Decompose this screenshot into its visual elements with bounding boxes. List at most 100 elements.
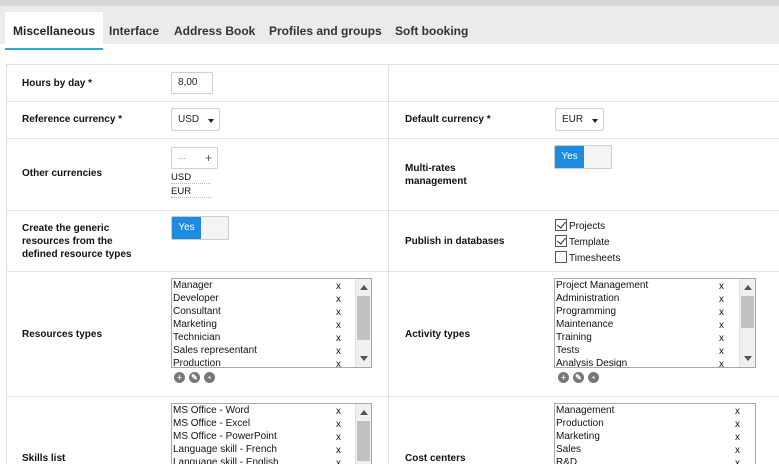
remove-icon[interactable]: x — [735, 431, 740, 444]
checkbox-unchecked[interactable] — [555, 251, 567, 263]
generic-resources-toggle[interactable]: Yes — [171, 216, 229, 240]
scroll-down-icon[interactable] — [744, 356, 752, 361]
list-item[interactable]: Production — [556, 417, 604, 430]
remove-icon[interactable]: x — [719, 306, 724, 319]
remove-icon[interactable]: x — [336, 431, 341, 444]
list-item[interactable]: Administration — [556, 292, 619, 305]
multi-rates-label-line1: Multi-rates — [405, 163, 456, 174]
scroll-up-icon[interactable] — [360, 285, 368, 290]
remove-icon[interactable]: x — [336, 293, 341, 306]
other-currencies-placeholder: ... — [178, 151, 186, 161]
list-item[interactable]: Language skill - French — [173, 443, 277, 456]
remove-icon[interactable]: x — [735, 418, 740, 431]
reference-currency-label: Reference currency * — [22, 114, 123, 125]
remove-icon[interactable]: x — [336, 319, 341, 332]
remove-icon[interactable]: x — [719, 319, 724, 332]
tab-interface[interactable]: Interface — [101, 12, 167, 50]
edit-icon[interactable]: ✎ — [573, 372, 584, 383]
list-item[interactable]: MS Office - PowerPoint — [173, 430, 277, 443]
publish-projects-checkbox[interactable]: Projects — [555, 219, 605, 233]
other-currencies-picker[interactable]: ... + — [171, 147, 218, 169]
tab-soft-booking[interactable]: Soft booking — [387, 12, 476, 50]
remove-icon[interactable]: x — [719, 293, 724, 306]
remove-icon[interactable]: x — [719, 280, 724, 293]
remove-icon[interactable]: x — [336, 345, 341, 358]
remove-icon[interactable]: x — [719, 332, 724, 345]
list-item[interactable]: Management — [556, 404, 614, 417]
remove-icon[interactable]: x — [719, 358, 724, 367]
remove-icon[interactable]: x — [336, 332, 341, 345]
publish-template-label: Template — [569, 237, 610, 248]
generic-resources-label-line1: Create the generic — [22, 223, 110, 234]
scrollbar[interactable] — [355, 279, 371, 367]
remove-icon[interactable]: x — [336, 444, 341, 457]
list-item[interactable]: R&D — [556, 456, 577, 464]
tab-profiles-and-groups[interactable]: Profiles and groups — [261, 12, 390, 50]
resources-types-list[interactable]: Manager Developer Consultant Marketing T… — [171, 278, 372, 368]
checkbox-checked[interactable] — [555, 235, 567, 247]
list-item[interactable]: Marketing — [173, 318, 217, 331]
scroll-thumb[interactable] — [357, 421, 370, 461]
scroll-up-icon[interactable] — [360, 410, 368, 415]
list-item[interactable]: Marketing — [556, 430, 600, 443]
generic-resources-label-line2: resources from the — [22, 236, 113, 247]
tab-miscellaneous[interactable]: Miscellaneous — [5, 12, 104, 50]
list-item[interactable]: Sales — [556, 443, 581, 456]
remove-icon[interactable]: x — [336, 280, 341, 293]
hours-by-day-input[interactable]: 8,00 — [171, 72, 213, 94]
remove-icon[interactable]: x — [719, 345, 724, 358]
scroll-thumb[interactable] — [741, 296, 754, 328]
chart-icon[interactable]: ▪ — [204, 372, 215, 383]
multi-rates-toggle[interactable]: Yes — [554, 145, 612, 169]
remove-icon[interactable]: x — [735, 457, 740, 464]
scroll-up-icon[interactable] — [744, 285, 752, 290]
publish-projects-label: Projects — [569, 221, 606, 232]
remove-icon[interactable]: x — [336, 358, 341, 367]
toggle-yes: Yes — [172, 217, 201, 239]
tab-address-book[interactable]: Address Book — [166, 12, 263, 50]
list-item[interactable]: Training — [556, 331, 592, 344]
remove-icon[interactable]: x — [735, 405, 740, 418]
add-icon[interactable]: + — [558, 372, 569, 383]
list-item[interactable]: Maintenance — [556, 318, 613, 331]
list-item[interactable]: Project Management — [556, 279, 648, 292]
scrollbar[interactable] — [355, 404, 371, 464]
list-item[interactable]: Developer — [173, 292, 219, 305]
list-item[interactable]: Consultant — [173, 305, 221, 318]
add-icon[interactable]: + — [174, 372, 185, 383]
edit-icon[interactable]: ✎ — [189, 372, 200, 383]
list-item[interactable]: MS Office - Word — [173, 404, 249, 417]
list-item[interactable]: Technician — [173, 331, 220, 344]
row-divider — [6, 101, 779, 102]
remove-icon[interactable]: x — [336, 418, 341, 431]
list-item[interactable]: MS Office - Excel — [173, 417, 250, 430]
publish-label: Publish in databases — [405, 236, 505, 247]
list-item[interactable]: Manager — [173, 279, 212, 292]
hours-by-day-label: Hours by day * — [22, 78, 93, 89]
remove-icon[interactable]: x — [336, 306, 341, 319]
scroll-thumb[interactable] — [357, 296, 370, 340]
remove-icon[interactable]: x — [336, 457, 341, 464]
default-currency-select[interactable]: EUR — [555, 108, 604, 131]
activity-types-list[interactable]: Project Management Administration Progra… — [554, 278, 756, 368]
scrollbar[interactable] — [739, 279, 755, 367]
list-item[interactable]: Tests — [556, 344, 579, 357]
plus-icon[interactable]: + — [205, 151, 212, 165]
cost-centers-list[interactable]: Management Production Marketing Sales R&… — [554, 403, 756, 464]
list-item[interactable]: Analysis Design — [556, 357, 627, 367]
list-item[interactable]: Sales representant — [173, 344, 257, 357]
chevron-down-icon — [208, 119, 214, 123]
skills-list[interactable]: MS Office - Word MS Office - Excel MS Of… — [171, 403, 372, 464]
publish-template-checkbox[interactable]: Template — [555, 235, 610, 249]
remove-icon[interactable]: x — [735, 444, 740, 457]
list-item[interactable]: Production — [173, 357, 221, 367]
list-item[interactable]: Language skill - English — [173, 456, 279, 464]
column-divider — [388, 64, 389, 464]
list-item[interactable]: Programming — [556, 305, 616, 318]
scroll-down-icon[interactable] — [360, 356, 368, 361]
checkbox-checked[interactable] — [555, 219, 567, 231]
reference-currency-select[interactable]: USD — [171, 108, 220, 131]
publish-timesheets-checkbox[interactable]: Timesheets — [555, 251, 620, 265]
remove-icon[interactable]: x — [336, 405, 341, 418]
chart-icon[interactable]: ▪ — [588, 372, 599, 383]
